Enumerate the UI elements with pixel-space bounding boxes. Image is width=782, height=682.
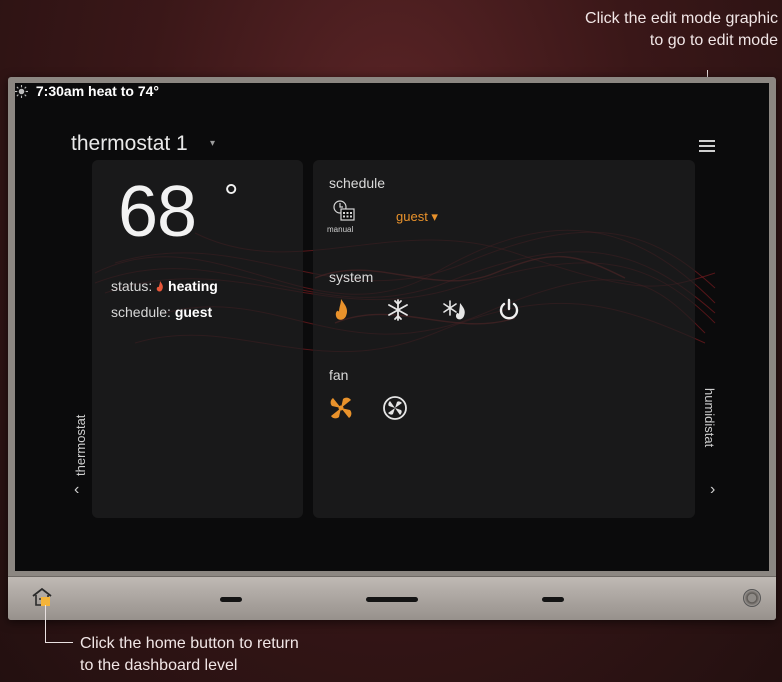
current-temperature: 68 <box>118 172 197 252</box>
home-annotation-line2: to the dashboard level <box>80 657 238 674</box>
status-label: status: <box>111 278 153 294</box>
home-annotation: Click the home button to return to the d… <box>80 633 400 677</box>
nav-indicator-center <box>366 597 418 602</box>
home-leader-vertical <box>45 605 46 642</box>
schedule-row: schedule: guest <box>111 304 212 320</box>
thermostat-nav-label[interactable]: thermostat <box>73 415 88 476</box>
cool-icon[interactable] <box>385 297 411 323</box>
thermostat-screen: thermostat 1 ▾ 68 ° status: heating sche… <box>15 83 769 571</box>
home-leader-horizontal <box>45 642 73 643</box>
auto-icon[interactable] <box>442 297 468 323</box>
manual-label: manual <box>327 225 354 234</box>
chevron-left-icon[interactable]: ‹ <box>74 481 79 499</box>
edit-annotation-line1: Click the edit mode graphic <box>585 10 778 27</box>
edit-mode-annotation: Click the edit mode graphic to go to edi… <box>478 8 778 52</box>
device-bottom-bezel <box>8 576 776 620</box>
next-event-text: 7:30am heat to 74° <box>35 83 159 99</box>
edit-mode-menu-icon[interactable] <box>699 140 715 154</box>
schedule-select[interactable]: guest ▾ <box>396 209 438 225</box>
fan-heading: fan <box>329 367 349 383</box>
humidistat-nav-label[interactable]: humidistat <box>702 388 717 447</box>
next-event-row: 7:30am heat to 74° <box>15 83 769 99</box>
status-value: heating <box>168 278 218 294</box>
nav-indicator-right <box>542 597 564 602</box>
status-row: status: heating <box>111 278 218 294</box>
nav-indicator-left <box>220 597 242 602</box>
sun-icon <box>15 85 28 98</box>
device-power-button[interactable] <box>743 589 761 607</box>
edit-annotation-line2: to go to edit mode <box>649 32 778 49</box>
degree-symbol: ° <box>224 176 239 217</box>
power-off-icon[interactable] <box>496 297 522 323</box>
schedule-heading: schedule <box>329 175 386 191</box>
calendar-clock-icon[interactable] <box>333 200 355 222</box>
controls-panel <box>313 160 695 518</box>
system-heading: system <box>329 269 374 285</box>
heat-icon[interactable] <box>328 297 354 323</box>
schedule-value: guest <box>174 304 213 320</box>
fan-auto-icon[interactable] <box>382 395 408 421</box>
thermostat-device: thermostat 1 ▾ 68 ° status: heating sche… <box>8 77 776 620</box>
fan-on-icon[interactable] <box>328 395 354 421</box>
flame-icon <box>156 281 163 292</box>
chevron-down-icon[interactable]: ▾ <box>210 138 215 149</box>
schedule-label: schedule: <box>111 304 171 320</box>
chevron-right-icon[interactable]: › <box>710 481 715 499</box>
page-title[interactable]: thermostat 1 <box>71 132 188 156</box>
home-annotation-line1: Click the home button to return <box>80 635 299 652</box>
